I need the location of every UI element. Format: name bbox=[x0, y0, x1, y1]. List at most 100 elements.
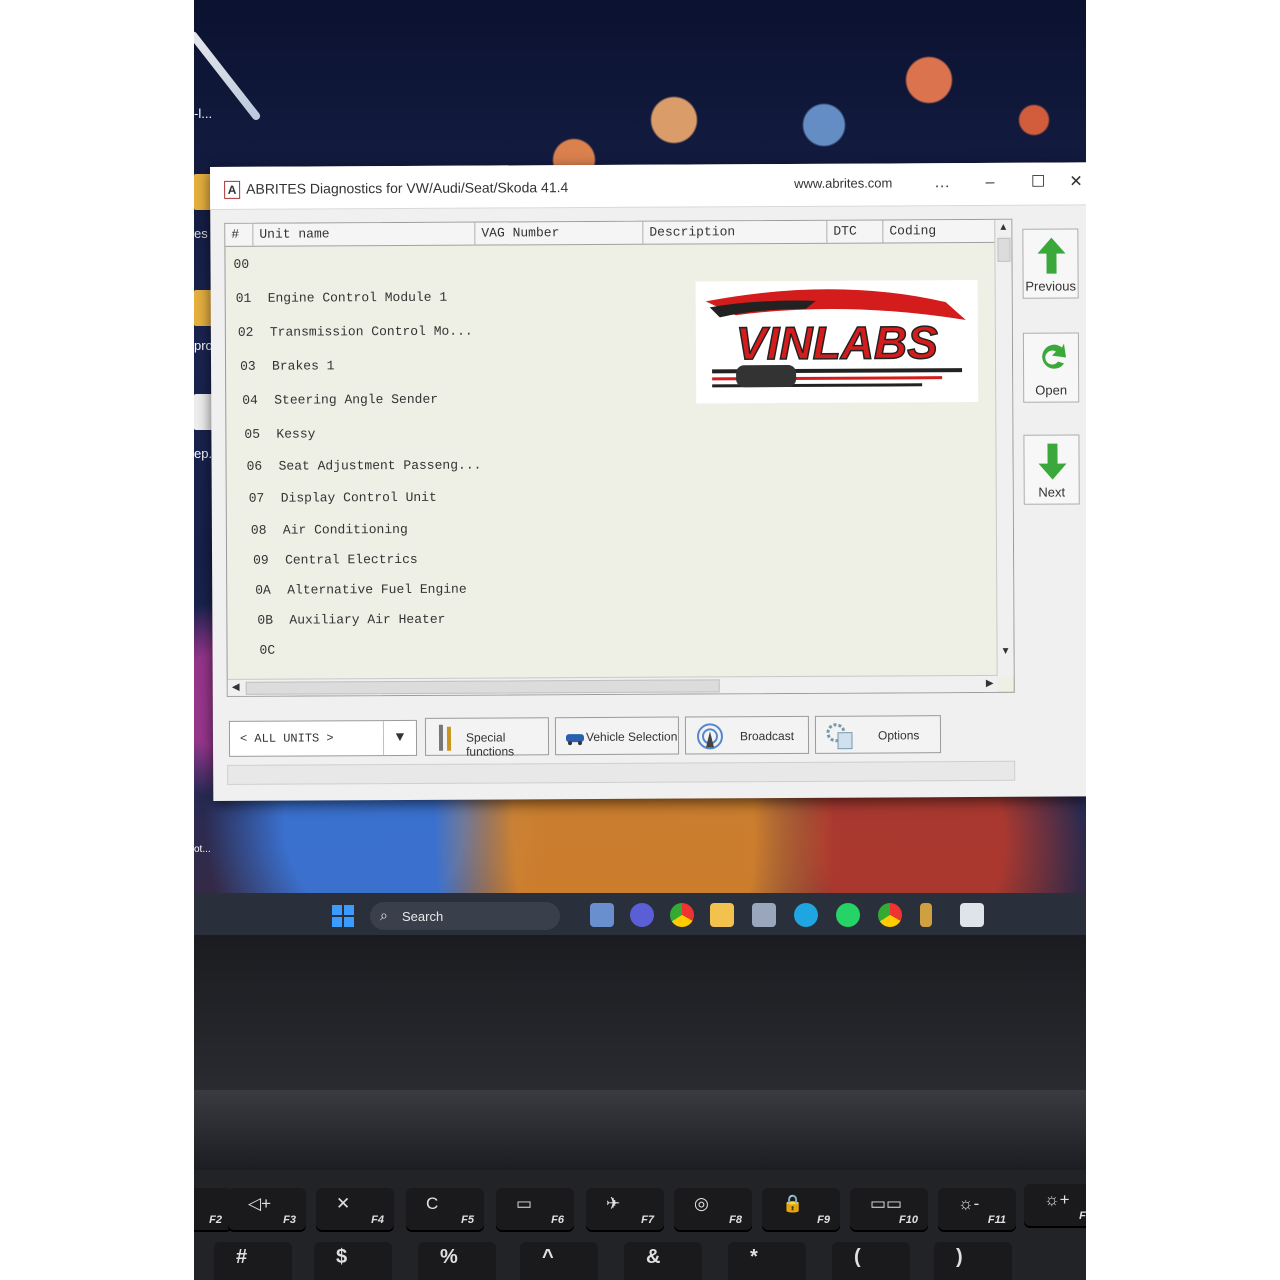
vehicle-selection-button[interactable]: Vehicle Selection bbox=[554, 716, 680, 756]
file-explorer-icon[interactable] bbox=[710, 903, 734, 927]
scroll-up-icon[interactable]: ▲ bbox=[995, 220, 1011, 236]
key-f9[interactable]: 🔒 F9 bbox=[762, 1188, 840, 1230]
column-header-dtc[interactable]: DTC bbox=[827, 220, 884, 243]
special-functions-button[interactable]: Special functions bbox=[424, 717, 550, 759]
chrome-icon[interactable] bbox=[670, 903, 694, 927]
key-paren-right[interactable]: ) bbox=[934, 1242, 1012, 1280]
task-view-icon[interactable] bbox=[590, 903, 614, 927]
column-header-vag-number[interactable]: VAG Number bbox=[475, 221, 644, 245]
window-url: www.abrites.com bbox=[794, 175, 893, 191]
close-button[interactable]: ✕ bbox=[1056, 168, 1086, 196]
vertical-scroll-thumb[interactable] bbox=[997, 237, 1011, 262]
table-row[interactable]: 0B Auxiliary Air Heater bbox=[257, 605, 445, 636]
key-f3[interactable]: ◁+ F3 bbox=[228, 1188, 306, 1230]
table-row[interactable]: 06 Seat Adjustment Passeng... bbox=[246, 451, 482, 482]
row-number: 01 bbox=[235, 290, 252, 306]
more-icon[interactable]: … bbox=[922, 169, 962, 197]
key-f12[interactable]: ☼+F1 bbox=[1024, 1184, 1086, 1226]
vertical-scrollbar[interactable]: ▲ ▼ bbox=[994, 219, 1014, 676]
key-percent[interactable]: % bbox=[418, 1242, 496, 1280]
desktop-wallpaper: -l... es prog ep.bin ot... A ABRITES Dia… bbox=[194, 0, 1086, 935]
desktop-icon-label[interactable]: -l... bbox=[194, 106, 212, 121]
row-number: 08 bbox=[250, 522, 267, 538]
previous-button[interactable]: Previous bbox=[1022, 228, 1079, 299]
windows-taskbar: ⌕ Search bbox=[194, 893, 1086, 939]
key-f6[interactable]: ▭ F6 bbox=[496, 1188, 574, 1230]
chevron-down-icon[interactable]: ▼ bbox=[382, 720, 417, 756]
whatsapp-icon[interactable] bbox=[836, 903, 860, 927]
key-f8[interactable]: ◎ F8 bbox=[674, 1188, 752, 1230]
key-dollar[interactable]: $ bbox=[314, 1242, 392, 1280]
table-row[interactable]: 0A Alternative Fuel Engine bbox=[255, 575, 467, 606]
row-unit-name: Central Electrics bbox=[285, 551, 418, 568]
taskbar-search[interactable]: ⌕ Search bbox=[370, 902, 560, 930]
open-label: Open bbox=[1035, 382, 1068, 398]
table-row[interactable]: 01 Engine Control Module 1 bbox=[236, 283, 448, 314]
table-row[interactable]: 03 Brakes 1 bbox=[240, 351, 335, 381]
minimize-button[interactable]: – bbox=[970, 169, 1010, 197]
maximize-button[interactable]: ☐ bbox=[1018, 169, 1058, 197]
key-f7[interactable]: ✈ F7 bbox=[586, 1188, 664, 1230]
row-number: 05 bbox=[244, 426, 261, 442]
table-row[interactable]: 0C bbox=[259, 636, 291, 666]
scroll-right-icon[interactable]: ▶ bbox=[982, 676, 998, 692]
key-f4[interactable]: ✕ F4 bbox=[316, 1188, 394, 1230]
open-button[interactable]: Open bbox=[1022, 332, 1080, 403]
table-row[interactable]: 07 Display Control Unit bbox=[249, 483, 437, 514]
window-titlebar[interactable]: A ABRITES Diagnostics for VW/Audi/Seat/S… bbox=[210, 162, 1086, 210]
vinlabs-logo: VINLABS bbox=[695, 279, 979, 404]
key-hash[interactable]: # bbox=[214, 1242, 292, 1280]
app-icon[interactable] bbox=[920, 903, 932, 927]
abrites-taskbar-icon[interactable] bbox=[960, 903, 984, 927]
options-label: Options bbox=[877, 728, 920, 743]
row-unit-name: Seat Adjustment Passeng... bbox=[278, 457, 482, 474]
key-asterisk[interactable]: * bbox=[728, 1242, 806, 1280]
next-button[interactable]: Next bbox=[1023, 434, 1080, 505]
store-icon[interactable] bbox=[752, 903, 776, 927]
broadcast-button[interactable]: Broadcast bbox=[684, 715, 810, 755]
column-header-unit-name[interactable]: Unit name bbox=[253, 222, 476, 246]
row-number: 0B bbox=[257, 612, 274, 628]
key-f11[interactable]: ☼- F11 bbox=[938, 1188, 1016, 1230]
table-row[interactable]: 00 bbox=[233, 250, 265, 280]
table-row[interactable]: 08 Air Conditioning bbox=[251, 515, 408, 546]
row-unit-name: Display Control Unit bbox=[280, 489, 437, 506]
row-number: 04 bbox=[242, 392, 258, 408]
table-row[interactable]: 04 Steering Angle Sender bbox=[242, 385, 438, 416]
row-number: 00 bbox=[233, 256, 250, 272]
arrow-up-icon bbox=[1037, 237, 1066, 274]
chrome-profile-icon[interactable] bbox=[878, 903, 902, 927]
row-unit-name: Kessy bbox=[276, 426, 316, 442]
key-paren-left[interactable]: ( bbox=[832, 1242, 910, 1280]
scroll-down-icon[interactable]: ▼ bbox=[998, 644, 1014, 660]
key-f2[interactable]: F2 bbox=[194, 1188, 232, 1230]
table-row[interactable]: 05 Kessy bbox=[244, 419, 315, 449]
horizontal-scrollbar[interactable]: ◀ ▶ bbox=[227, 674, 998, 696]
windows-start-icon[interactable] bbox=[332, 905, 354, 927]
row-unit-name: Brakes 1 bbox=[272, 358, 335, 374]
desktop-icon-label[interactable]: es bbox=[194, 226, 208, 241]
key-caret[interactable]: ^ bbox=[520, 1242, 598, 1280]
horizontal-scroll-thumb[interactable] bbox=[245, 679, 720, 695]
refresh-icon bbox=[1042, 343, 1067, 369]
scroll-left-icon[interactable]: ◀ bbox=[228, 680, 244, 696]
window-title: ABRITES Diagnostics for VW/Audi/Seat/Sko… bbox=[246, 179, 569, 197]
table-row[interactable]: 02 Transmission Control Mo... bbox=[238, 317, 473, 348]
key-f10[interactable]: ▭▭ F10 bbox=[850, 1188, 928, 1230]
column-header-coding[interactable]: Coding bbox=[883, 219, 996, 243]
desktop-icon-label[interactable]: ot... bbox=[194, 844, 211, 855]
abrites-window: A ABRITES Diagnostics for VW/Audi/Seat/S… bbox=[210, 162, 1086, 801]
column-header-description[interactable]: Description bbox=[643, 220, 828, 244]
row-unit-name: Engine Control Module 1 bbox=[267, 289, 448, 306]
key-f5[interactable]: C F5 bbox=[406, 1188, 484, 1230]
arrow-down-icon bbox=[1038, 443, 1067, 480]
table-row[interactable]: 09 Central Electrics bbox=[253, 545, 418, 576]
meet-icon[interactable] bbox=[630, 903, 654, 927]
key-ampersand[interactable]: & bbox=[624, 1242, 702, 1280]
units-select[interactable]: < ALL UNITS > ▼ bbox=[228, 719, 418, 757]
search-icon: ⌕ bbox=[380, 907, 388, 923]
options-button[interactable]: Options bbox=[814, 715, 942, 754]
column-header-number[interactable]: # bbox=[225, 223, 254, 246]
settings-icon bbox=[826, 723, 853, 750]
edge-icon[interactable] bbox=[794, 903, 818, 927]
